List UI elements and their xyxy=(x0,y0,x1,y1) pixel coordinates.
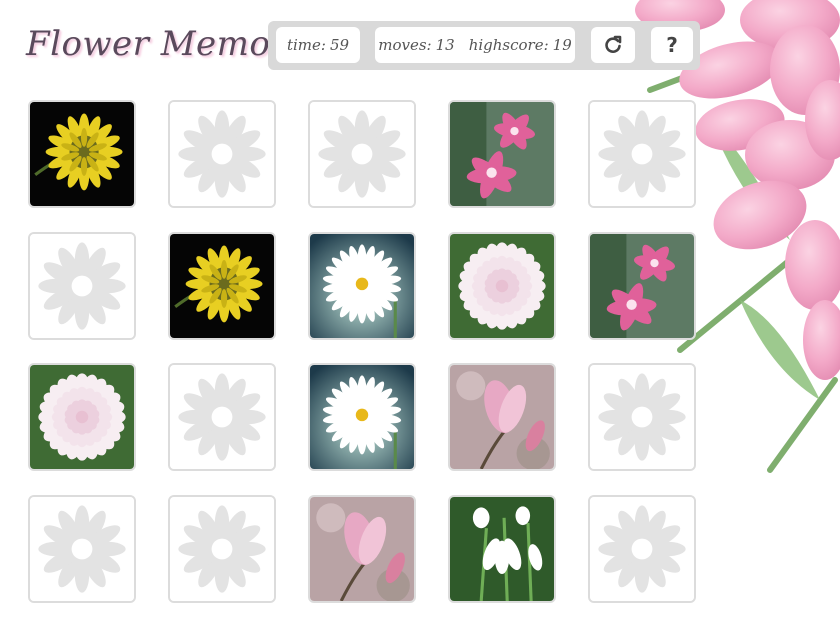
memory-card-hidden[interactable] xyxy=(308,100,416,208)
daisy-image xyxy=(310,365,414,469)
memory-card-hidden[interactable] xyxy=(168,495,276,603)
moves-label: moves: xyxy=(378,36,432,54)
memory-card-hidden[interactable] xyxy=(28,232,136,340)
app-title: Flower Memory xyxy=(26,24,307,64)
flower-back-icon xyxy=(170,497,274,601)
flower-back-icon xyxy=(590,102,694,206)
magnolia-image xyxy=(450,365,554,469)
lily-image xyxy=(450,102,554,206)
memory-card-sunflower[interactable] xyxy=(168,232,276,340)
memory-card-dahlia[interactable] xyxy=(448,232,556,340)
highscore-label: highscore: xyxy=(468,36,549,54)
score-display: moves: 13 highscore: 19 xyxy=(375,27,575,63)
highscore-value: 19 xyxy=(552,36,572,54)
flower-back-icon xyxy=(590,365,694,469)
memory-card-magnolia[interactable] xyxy=(308,495,416,603)
timer-display: time: 59 xyxy=(276,27,360,63)
memory-card-daisy[interactable] xyxy=(308,232,416,340)
memory-card-sunflower[interactable] xyxy=(28,100,136,208)
dahlia-image xyxy=(30,365,134,469)
memory-card-lily[interactable] xyxy=(588,232,696,340)
memory-card-dahlia[interactable] xyxy=(28,363,136,471)
dahlia-image xyxy=(450,234,554,338)
time-label: time: xyxy=(286,36,326,54)
memory-card-daisy[interactable] xyxy=(308,363,416,471)
daisy-image xyxy=(310,234,414,338)
sunflower-image xyxy=(30,102,134,206)
memory-card-hidden[interactable] xyxy=(168,100,276,208)
memory-card-magnolia[interactable] xyxy=(448,363,556,471)
memory-card-snowdrop[interactable] xyxy=(448,495,556,603)
status-bar: time: 59 moves: 13 highscore: 19 ? xyxy=(268,21,700,70)
sunflower-image xyxy=(170,234,274,338)
flower-back-icon xyxy=(310,102,414,206)
memory-card-hidden[interactable] xyxy=(28,495,136,603)
magnolia-image xyxy=(310,497,414,601)
snowdrop-image xyxy=(450,497,554,601)
flower-back-icon xyxy=(170,102,274,206)
memory-card-hidden[interactable] xyxy=(588,100,696,208)
restart-button[interactable] xyxy=(591,27,635,63)
lily-image xyxy=(590,234,694,338)
restart-icon xyxy=(605,35,622,53)
memory-card-hidden[interactable] xyxy=(588,363,696,471)
flower-back-icon xyxy=(30,497,134,601)
memory-card-hidden[interactable] xyxy=(168,363,276,471)
flower-back-icon xyxy=(590,497,694,601)
moves-value: 13 xyxy=(435,36,455,54)
flower-back-icon xyxy=(30,234,134,338)
flower-back-icon xyxy=(170,365,274,469)
time-value: 59 xyxy=(329,36,350,54)
help-button[interactable]: ? xyxy=(651,27,693,63)
memory-card-lily[interactable] xyxy=(448,100,556,208)
memory-card-hidden[interactable] xyxy=(588,495,696,603)
